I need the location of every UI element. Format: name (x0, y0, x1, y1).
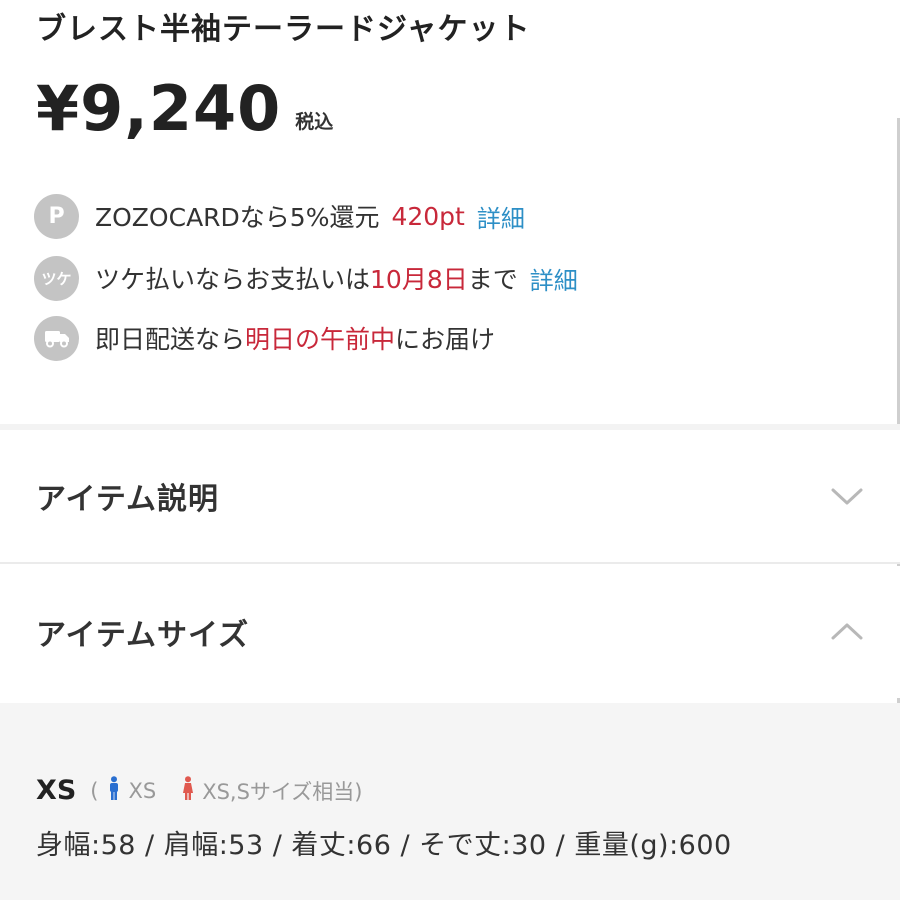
tsuke-text-after: まで (467, 265, 518, 294)
size-name: XS (36, 775, 77, 806)
size-panel: XS ( XS XS,Sサイズ相当) 身幅:58 / 肩幅:53 / 着丈:66… (0, 703, 900, 900)
points-row: P ZOZOCARDなら5%還元 420pt 詳細 (34, 193, 525, 239)
chevron-up-icon (830, 615, 864, 649)
chevron-down-icon (830, 479, 864, 513)
points-text: ZOZOCARDなら5%還元 (95, 203, 380, 232)
female-icon (182, 776, 194, 805)
delivery-text: 即日配送なら (95, 325, 246, 354)
points-amount: 420pt (391, 201, 465, 231)
tsuke-text: ツケ払いならお支払いは (95, 265, 371, 294)
tsuke-row: ツケ ツケ払いならお支払いは 10月8日 まで 詳細 (34, 255, 578, 301)
male-icon (108, 776, 120, 805)
delivery-time: 明日の午前中 (245, 325, 396, 354)
delivery-row: 即日配送なら 明日の午前中 にお届け (34, 315, 495, 361)
accordion-item-size[interactable]: アイテムサイズ (0, 566, 900, 698)
accordion-label-description: アイテム説明 (36, 482, 219, 517)
size-equivalent: ( XS XS,Sサイズ相当) (90, 776, 362, 806)
size-measurements: 身幅:58 / 肩幅:53 / 着丈:66 / そで丈:30 / 重量(g):6… (36, 830, 732, 861)
tsuke-icon: ツケ (34, 255, 79, 301)
product-title: ブレスト半袖テーラードジャケット (36, 12, 531, 47)
truck-icon (34, 315, 79, 361)
points-icon: P (34, 193, 79, 239)
price: ¥9,240 (36, 72, 282, 145)
size-header: XS ( XS XS,Sサイズ相当) (36, 775, 362, 806)
price-row: ¥9,240 税込 (36, 74, 333, 144)
male-size: XS (128, 778, 157, 803)
tsuke-detail-link[interactable]: 詳細 (530, 261, 578, 296)
accordion-label-size: アイテムサイズ (36, 618, 250, 653)
divider (0, 562, 900, 564)
tax-label: 税込 (295, 111, 334, 133)
points-detail-link[interactable]: 詳細 (477, 199, 525, 234)
delivery-text-after: にお届け (395, 325, 496, 354)
tsuke-date: 10月8日 (370, 265, 468, 294)
female-size: XS,Sサイズ相当) (202, 779, 363, 804)
accordion-item-description[interactable]: アイテム説明 (0, 430, 900, 562)
size-open-paren: ( (90, 778, 99, 803)
